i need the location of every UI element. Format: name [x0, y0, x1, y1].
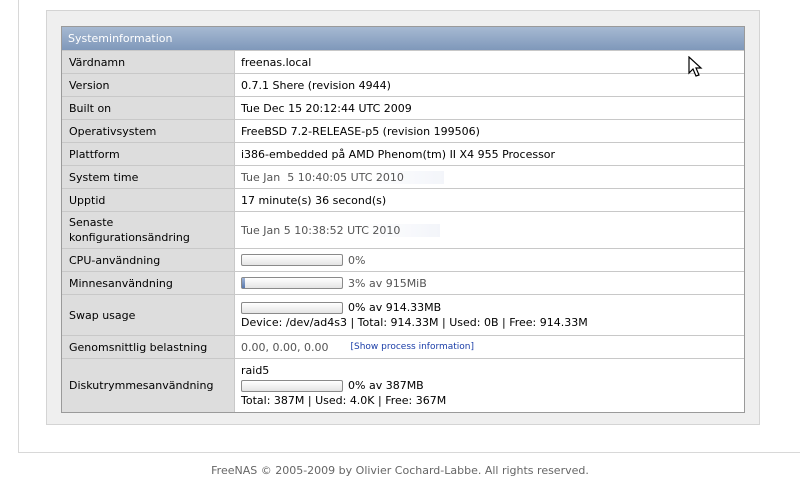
- row-label: System time: [62, 166, 235, 188]
- memory-progress-bar: [241, 277, 343, 289]
- table-title: Systeminformation: [62, 27, 744, 50]
- cpu-value: 0%: [235, 249, 744, 271]
- table-row-swap: Swap usage 0% av 914.33MB Device: /dev/a…: [62, 294, 744, 335]
- arrow-cursor-icon: [688, 56, 703, 77]
- table-row-load: Genomsnittlig belastning 0.00, 0.00, 0.0…: [62, 335, 744, 358]
- built-value: Tue Dec 15 20:12:44 UTC 2009: [235, 97, 744, 119]
- row-label: Built on: [62, 97, 235, 119]
- table-row-os: Operativsystem FreeBSD 7.2-RELEASE-p5 (r…: [62, 119, 744, 142]
- row-label: Upptid: [62, 189, 235, 211]
- footer-copyright: FreeNAS © 2005-2009 by Olivier Cochard-L…: [211, 464, 589, 477]
- table-row-uptime: Upptid 17 minute(s) 36 second(s): [62, 188, 744, 211]
- table-row-lastconfig: Senaste konfigurationsändring Tue Jan 5 …: [62, 211, 744, 248]
- row-label: Genomsnittlig belastning: [62, 336, 235, 358]
- row-label: Swap usage: [62, 295, 235, 335]
- swap-detail: Device: /dev/ad4s3 | Total: 914.33M | Us…: [241, 316, 588, 329]
- version-value: 0.7.1 Shere (revision 4944): [235, 74, 744, 96]
- row-label: Diskutrymmesanvändning: [62, 359, 235, 412]
- lastconfig-value: Tue Jan 5 10:38:52 UTC 2010: [235, 212, 744, 248]
- table-row-platform: Plattform i386-embedded på AMD Phenom(tm…: [62, 142, 744, 165]
- row-label: Plattform: [62, 143, 235, 165]
- row-label: Version: [62, 74, 235, 96]
- os-value: FreeBSD 7.2-RELEASE-p5 (revision 199506): [235, 120, 744, 142]
- platform-value: i386-embedded på AMD Phenom(tm) II X4 95…: [235, 143, 744, 165]
- table-row-built: Built on Tue Dec 15 20:12:44 UTC 2009: [62, 96, 744, 119]
- table-row-hostname: Värdnamn freenas.local: [62, 50, 744, 73]
- disk-name: raid5: [241, 364, 270, 377]
- uptime-value: 17 minute(s) 36 second(s): [235, 189, 744, 211]
- cpu-progress-bar: [241, 254, 343, 266]
- row-label: Senaste konfigurationsändring: [62, 212, 235, 248]
- systime-value: Tue Jan 5 10:40:05 UTC 2010: [235, 166, 744, 188]
- memory-value: 3% av 915MiB: [235, 272, 744, 294]
- show-process-info-link[interactable]: [Show process information]: [350, 342, 474, 352]
- row-label: Operativsystem: [62, 120, 235, 142]
- row-label: Värdnamn: [62, 51, 235, 73]
- load-value: 0.00, 0.00, 0.00 [Show process informati…: [235, 336, 744, 358]
- table-row-disk: Diskutrymmesanvändning raid5 0% av 387MB…: [62, 358, 744, 412]
- row-label: Minnesanvändning: [62, 272, 235, 294]
- table-row-systime: System time Tue Jan 5 10:40:05 UTC 2010: [62, 165, 744, 188]
- table-row-cpu: CPU-användning 0%: [62, 248, 744, 271]
- disk-progress-bar: [241, 379, 343, 392]
- swap-progress-bar: [241, 301, 343, 314]
- hostname-value: freenas.local: [235, 51, 744, 73]
- table-row-version: Version 0.7.1 Shere (revision 4944): [62, 73, 744, 96]
- system-info-table: Systeminformation Värdnamn freenas.local…: [61, 26, 745, 413]
- table-row-memory: Minnesanvändning 3% av 915MiB: [62, 271, 744, 294]
- swap-value: 0% av 914.33MB Device: /dev/ad4s3 | Tota…: [235, 295, 744, 335]
- disk-detail: Total: 387M | Used: 4.0K | Free: 367M: [241, 394, 447, 407]
- disk-value: raid5 0% av 387MB Total: 387M | Used: 4.…: [235, 359, 744, 412]
- row-label: CPU-användning: [62, 249, 235, 271]
